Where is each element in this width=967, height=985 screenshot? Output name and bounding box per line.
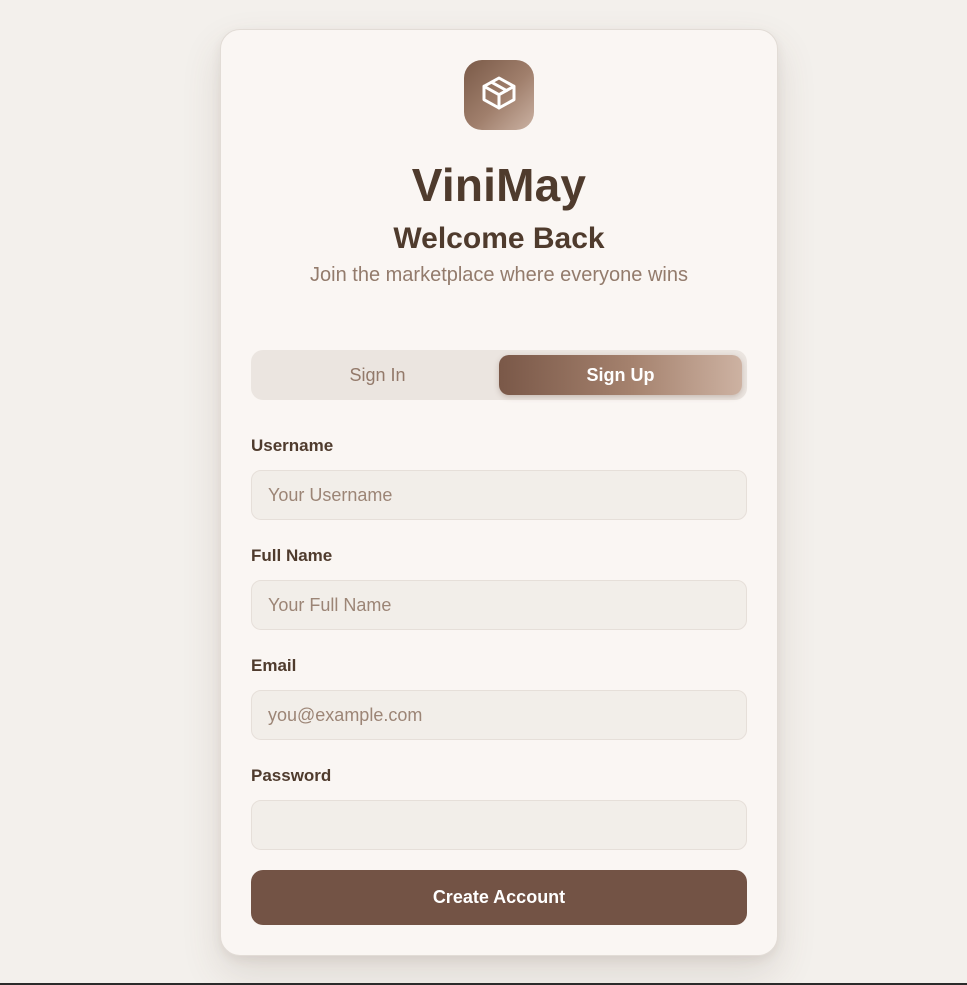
page-title: Welcome Back xyxy=(393,222,605,255)
tab-sign-in[interactable]: Sign In xyxy=(256,355,499,395)
username-label: Username xyxy=(251,436,334,455)
app-name: ViniMay xyxy=(411,159,587,211)
password-input[interactable] xyxy=(251,800,747,850)
email-input[interactable] xyxy=(251,690,747,740)
full-name-label: Full Name xyxy=(251,546,333,565)
email-label: Email xyxy=(251,656,297,675)
auth-card: ViniMay Welcome Back Join the marketplac… xyxy=(220,29,778,956)
username-input[interactable] xyxy=(251,470,747,520)
full-name-input[interactable] xyxy=(251,580,747,630)
auth-tabs: Sign In Sign Up xyxy=(251,350,747,400)
tab-sign-up[interactable]: Sign Up xyxy=(499,355,742,395)
password-label: Password xyxy=(251,766,332,785)
package-box-icon xyxy=(479,73,519,118)
logo xyxy=(464,60,534,130)
create-account-button[interactable]: Create Account xyxy=(251,870,747,925)
page-subtitle: Join the marketplace where everyone wins xyxy=(310,264,688,286)
